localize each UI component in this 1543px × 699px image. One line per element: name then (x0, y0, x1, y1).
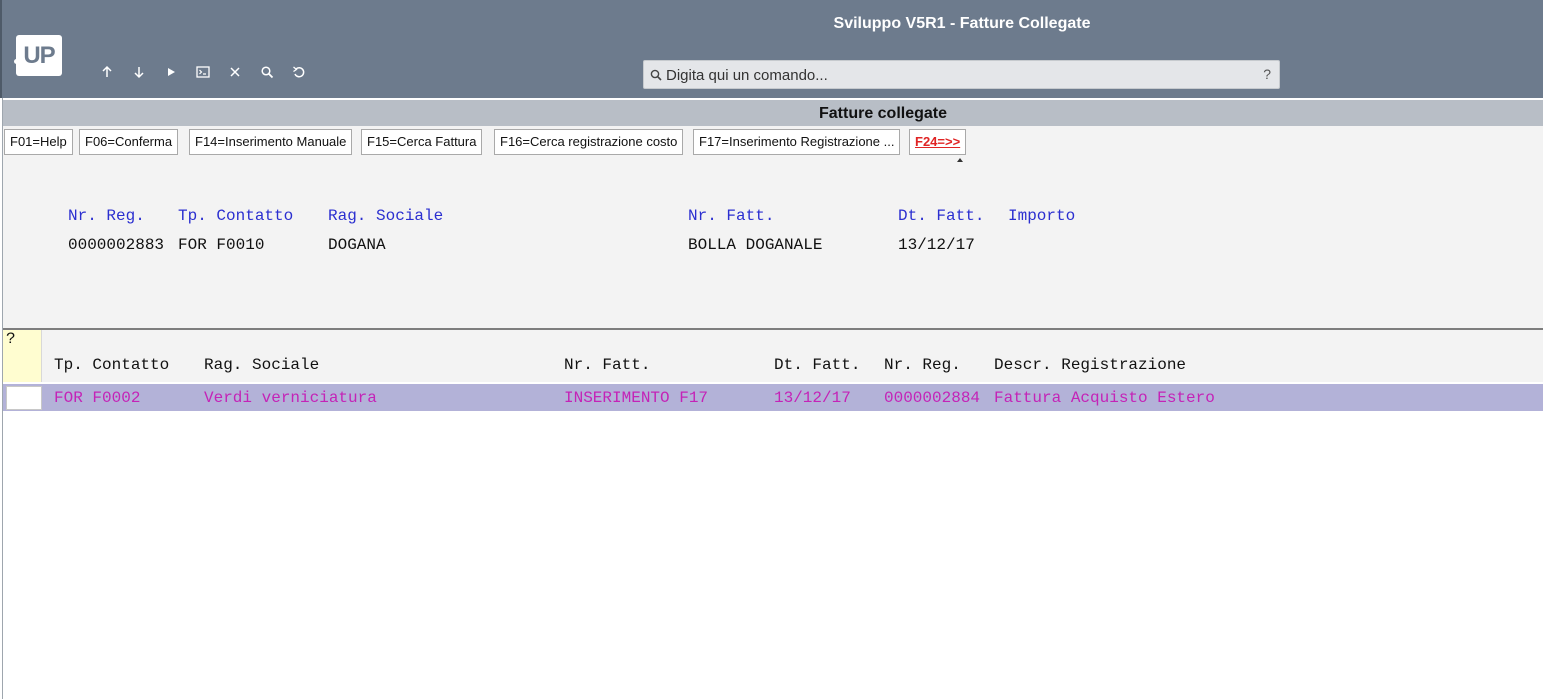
header-value-rag-sociale: DOGANA (328, 236, 386, 254)
header-label-nr-reg: Nr. Reg. (68, 207, 145, 225)
f15-cerca-fattura-button[interactable]: F15=Cerca Fattura (361, 129, 483, 155)
column-header-nr-reg: Nr. Reg. (884, 356, 961, 374)
header-label-importo: Importo (1008, 207, 1076, 225)
header-label-rag-sociale: Rag. Sociale (328, 207, 444, 225)
command-input[interactable] (666, 64, 1246, 86)
function-key-panel: F01=Help F06=Conferma F14=Inserimento Ma… (3, 126, 1543, 328)
column-header-tp-contatto: Tp. Contatto (54, 356, 170, 374)
command-help-icon[interactable]: ? (1263, 66, 1271, 82)
close-icon[interactable] (226, 62, 244, 82)
section-title: Fatture collegate (818, 105, 948, 122)
column-header-dt-fatt: Dt. Fatt. (774, 356, 861, 374)
title-bar: UP Sviluppo V5R1 - Fatture Collegate ? (0, 0, 1543, 98)
row-cell-descr: Fattura Acquisto Estero (994, 389, 1215, 407)
main-window: Fatture collegate F01=Help F06=Conferma … (2, 98, 1543, 699)
header-label-dt-fatt: Dt. Fatt. (898, 207, 985, 225)
row-cell-tp-contatto: FOR F0002 (54, 389, 141, 407)
option-column-header: ? (3, 330, 42, 382)
f17-inserimento-registrazione-button[interactable]: F17=Inserimento Registrazione ... (693, 129, 901, 155)
logo-dot (14, 59, 19, 64)
f06-conferma-button[interactable]: F06=Conferma (79, 129, 179, 155)
toolbar (98, 62, 308, 82)
app-logo: UP (14, 35, 62, 76)
header-value-nr-fatt: BOLLA DOGANALE (688, 236, 823, 254)
logo-text: UP (23, 42, 55, 69)
search-icon (650, 69, 662, 81)
header-value-nr-reg: 0000002883 (68, 236, 165, 254)
header-label-tp-contatto: Tp. Contatto (178, 207, 294, 225)
row-cell-nr-fatt: INSERIMENTO F17 (564, 389, 709, 407)
f01-help-button[interactable]: F01=Help (4, 129, 73, 155)
table-row[interactable]: FOR F0002 Verdi verniciatura INSERIMENTO… (3, 384, 1543, 411)
section-header: Fatture collegate (3, 100, 1543, 126)
play-icon[interactable] (162, 62, 180, 82)
row-option-input[interactable] (6, 386, 42, 410)
row-cell-rag-sociale: Verdi verniciatura (204, 389, 377, 407)
column-header-nr-fatt: Nr. Fatt. (564, 356, 651, 374)
header-value-dt-fatt: 13/12/17 (898, 236, 975, 254)
header-label-nr-fatt: Nr. Fatt. (688, 207, 775, 225)
row-cell-dt-fatt: 13/12/17 (774, 389, 851, 407)
search-icon[interactable] (258, 62, 276, 82)
undo-icon[interactable] (290, 62, 308, 82)
caret-up-icon (957, 158, 963, 162)
option-header-label: ? (6, 330, 16, 348)
arrow-up-icon[interactable] (98, 62, 116, 82)
f14-inserimento-manuale-button[interactable]: F14=Inserimento Manuale (189, 129, 353, 155)
grid-header: ? Tp. Contatto Rag. Sociale Nr. Fatt. Dt… (3, 330, 1543, 382)
column-header-descr: Descr. Registrazione (994, 356, 1187, 374)
terminal-icon[interactable] (194, 62, 212, 82)
f16-cerca-registrazione-costo-button[interactable]: F16=Cerca registrazione costo (494, 129, 684, 155)
arrow-down-icon[interactable] (130, 62, 148, 82)
column-header-rag-sociale: Rag. Sociale (204, 356, 320, 374)
row-cell-nr-reg: 0000002884 (884, 389, 981, 407)
command-bar: ? (643, 60, 1280, 89)
header-value-tp-contatto: FOR F0010 (178, 236, 265, 254)
window-title: Sviluppo V5R1 - Fatture Collegate (833, 15, 1091, 32)
f24-more-button[interactable]: F24=>> (909, 129, 967, 155)
